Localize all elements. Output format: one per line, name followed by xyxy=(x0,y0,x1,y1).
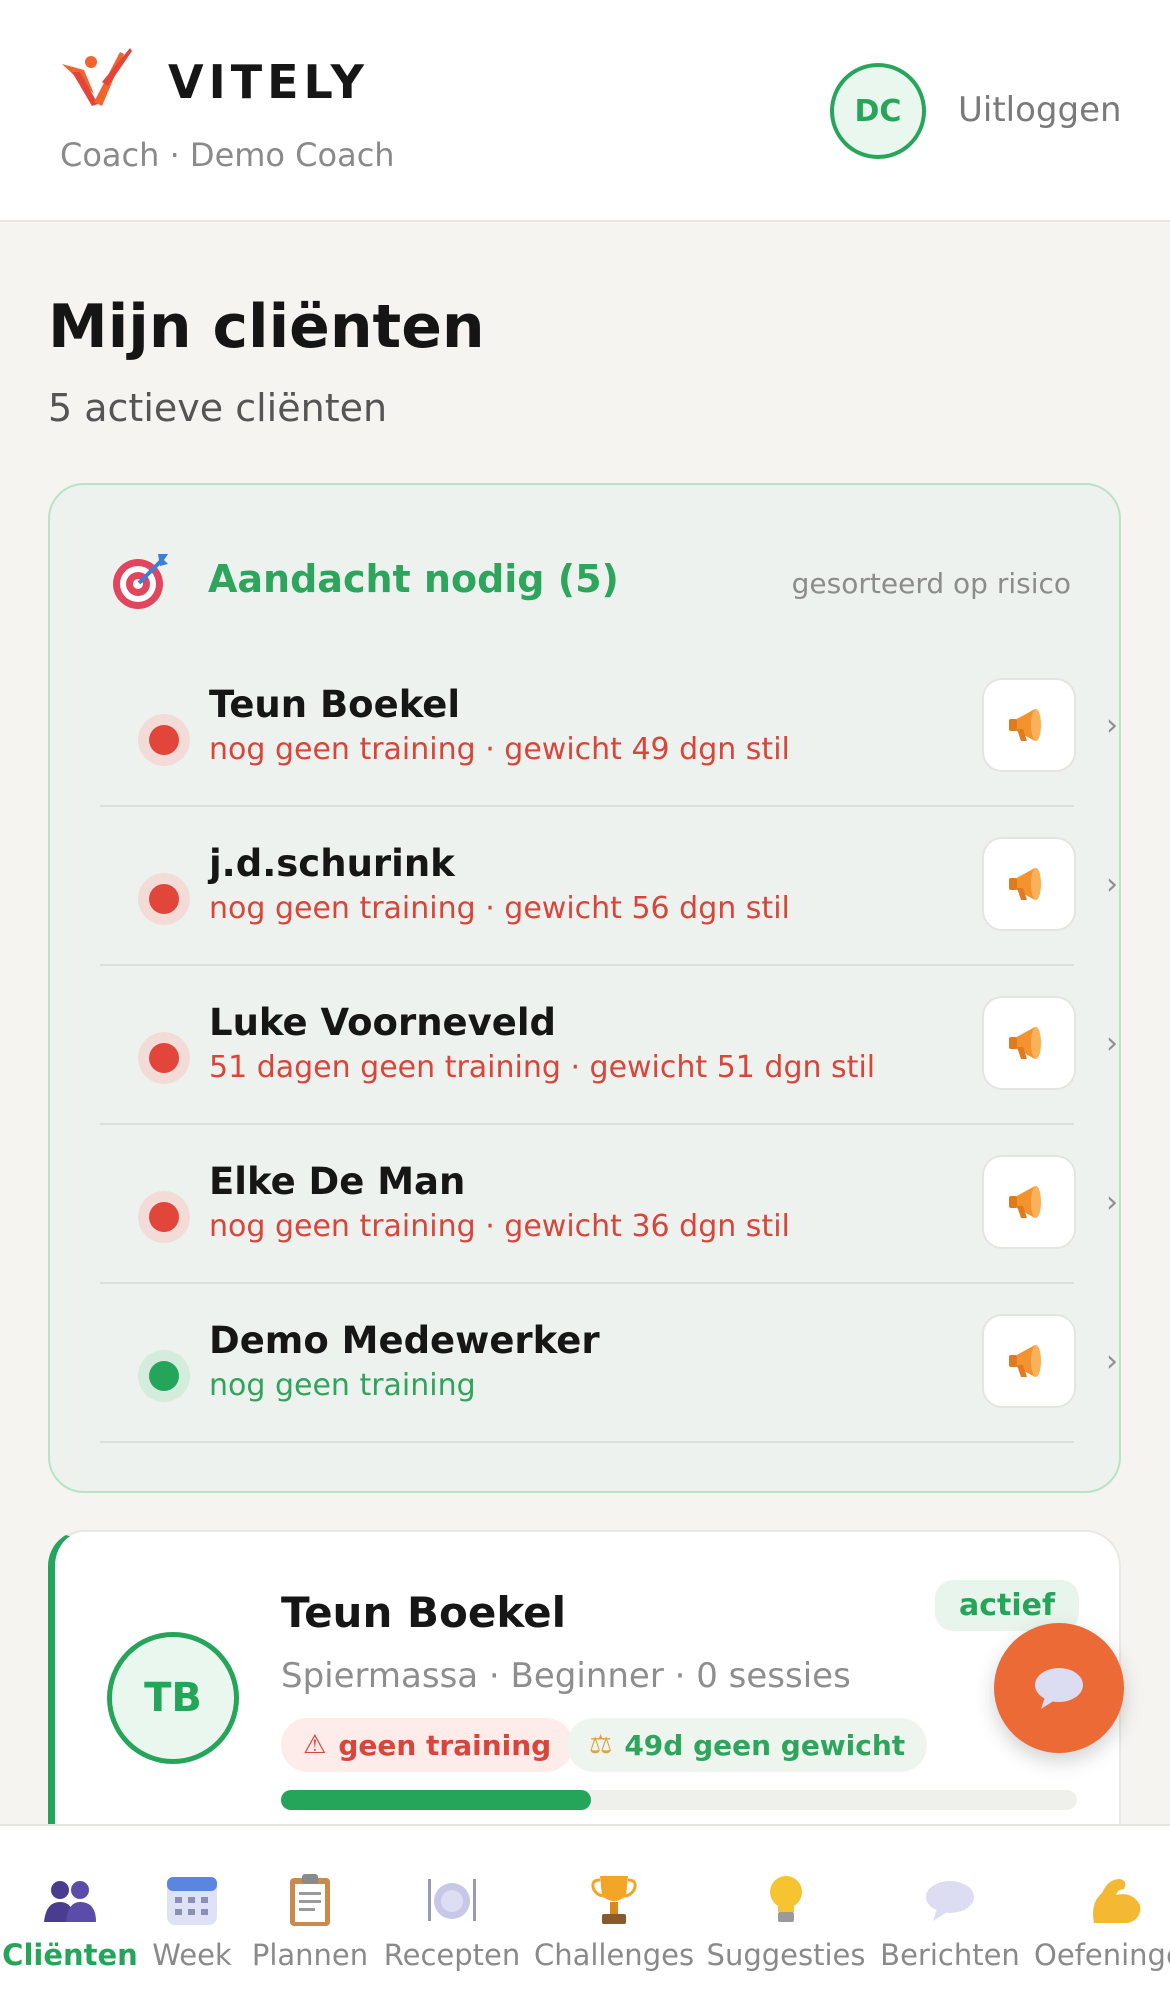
target-icon xyxy=(113,554,168,609)
client-status-text: nog geen training xyxy=(209,1368,476,1403)
nav-label: Suggesties xyxy=(706,1938,866,1972)
trophy-icon xyxy=(584,1870,644,1930)
attention-title: Aandacht nodig (5) xyxy=(208,557,619,601)
attention-row[interactable]: Elke De Man nog geen training · gewicht … xyxy=(100,1125,1118,1284)
weight-label: 49d geen gewicht xyxy=(624,1728,906,1762)
page-title: Mijn cliënten xyxy=(48,292,485,362)
client-name: Demo Medewerker xyxy=(209,1319,600,1362)
progress-fill xyxy=(281,1790,592,1810)
client-status-text: nog geen training · gewicht 36 dgn stil xyxy=(209,1209,790,1244)
nudge-button[interactable] xyxy=(982,678,1076,772)
attention-row[interactable]: Teun Boekel nog geen training · gewicht … xyxy=(100,648,1118,807)
nudge-button[interactable] xyxy=(982,1314,1076,1408)
nav-label: Berichten xyxy=(880,1938,1020,1972)
client-name: Teun Boekel xyxy=(209,683,461,726)
no-training-label: geen training xyxy=(338,1728,552,1762)
attention-row[interactable]: j.d.schurink nog geen training · gewicht… xyxy=(100,807,1118,966)
nav-item-suggestions[interactable]: Suggesties xyxy=(707,1826,865,1992)
megaphone-icon xyxy=(1009,1027,1041,1059)
megaphone-icon xyxy=(1009,1186,1041,1218)
risk-indicator xyxy=(138,1191,190,1243)
nav-item-plans[interactable]: Plannen xyxy=(250,1826,370,1992)
bottom-nav: Cliënten Week Plannen Recepten Challenge… xyxy=(0,1824,1170,1992)
nav-item-messages[interactable]: Berichten xyxy=(880,1826,1020,1992)
chevron-right-icon[interactable]: › xyxy=(1106,708,1118,743)
nav-label: Recepten xyxy=(383,1938,521,1972)
page-subtitle: 5 actieve cliënten xyxy=(48,386,388,430)
risk-indicator xyxy=(138,873,190,925)
client-name: j.d.schurink xyxy=(209,842,455,885)
client-status-text: nog geen training · gewicht 56 dgn stil xyxy=(209,891,790,926)
brand-logo[interactable]: VITELY xyxy=(58,42,369,122)
chat-button[interactable] xyxy=(994,1623,1124,1753)
nav-label: Cliënten xyxy=(2,1938,138,1972)
megaphone-icon xyxy=(1009,868,1041,900)
nudge-button[interactable] xyxy=(982,996,1076,1090)
nav-item-challenges[interactable]: Challenges xyxy=(534,1826,694,1992)
chevron-right-icon[interactable]: › xyxy=(1106,1185,1118,1220)
nav-item-recipes[interactable]: Recepten xyxy=(384,1826,520,1992)
nav-label: Week xyxy=(152,1938,232,1972)
logout-button[interactable]: Uitloggen xyxy=(958,90,1122,130)
weight-tag: ⚖ 49d geen gewicht xyxy=(567,1718,928,1772)
client-card-details: Spiermassa · Beginner · 0 sessies xyxy=(281,1656,851,1696)
nudge-button[interactable] xyxy=(982,837,1076,931)
risk-indicator xyxy=(138,1350,190,1402)
attention-row[interactable]: Luke Voorneveld 51 dagen geen training ·… xyxy=(100,966,1118,1125)
clients-icon xyxy=(40,1870,100,1930)
progress-bar xyxy=(281,1790,1077,1810)
megaphone-icon xyxy=(1009,709,1041,741)
avatar[interactable]: DC xyxy=(830,63,926,159)
attention-row[interactable]: Demo Medewerker nog geen training › xyxy=(100,1284,1118,1443)
brand-name: VITELY xyxy=(168,55,369,109)
calendar-icon xyxy=(162,1870,222,1930)
no-training-tag: ⚠ geen training xyxy=(281,1718,574,1772)
app-header: VITELY Coach · Demo Coach DC Uitloggen xyxy=(0,0,1170,222)
nav-label: Plannen xyxy=(251,1938,369,1972)
client-name: Luke Voorneveld xyxy=(209,1001,557,1044)
lightbulb-icon xyxy=(756,1870,816,1930)
chevron-right-icon[interactable]: › xyxy=(1106,867,1118,902)
client-name: Elke De Man xyxy=(209,1160,466,1203)
speech-bubble-icon xyxy=(1035,1668,1083,1709)
flexed-biceps-icon xyxy=(1086,1870,1146,1930)
nav-item-exercises[interactable]: Oefeningen xyxy=(1034,1826,1170,1992)
nav-label: Challenges xyxy=(533,1938,695,1972)
scale-icon: ⚖ xyxy=(589,1730,613,1760)
risk-indicator xyxy=(138,714,190,766)
chevron-right-icon[interactable]: › xyxy=(1106,1344,1118,1379)
speech-bubble-icon xyxy=(920,1870,980,1930)
nudge-button[interactable] xyxy=(982,1155,1076,1249)
megaphone-icon xyxy=(1009,1345,1041,1377)
plate-icon xyxy=(422,1870,482,1930)
client-avatar: TB xyxy=(107,1632,239,1764)
nav-label: Oefeningen xyxy=(1034,1938,1170,1972)
chevron-right-icon[interactable]: › xyxy=(1106,1026,1118,1061)
clipboard-icon xyxy=(280,1870,340,1930)
vitely-logo-icon xyxy=(62,48,132,106)
header-role: Coach · Demo Coach xyxy=(60,136,395,174)
client-status-text: nog geen training · gewicht 49 dgn stil xyxy=(209,732,790,767)
client-card-name: Teun Boekel xyxy=(281,1588,567,1637)
nav-item-week[interactable]: Week xyxy=(148,1826,236,1992)
sort-label: gesorteerd op risico xyxy=(791,567,1071,600)
attention-card: Aandacht nodig (5) gesorteerd op risico … xyxy=(48,483,1121,1493)
nav-item-clients[interactable]: Cliënten xyxy=(2,1826,138,1992)
risk-indicator xyxy=(138,1032,190,1084)
warning-icon: ⚠ xyxy=(303,1730,327,1760)
client-status-text: 51 dagen geen training · gewicht 51 dgn … xyxy=(209,1050,876,1085)
